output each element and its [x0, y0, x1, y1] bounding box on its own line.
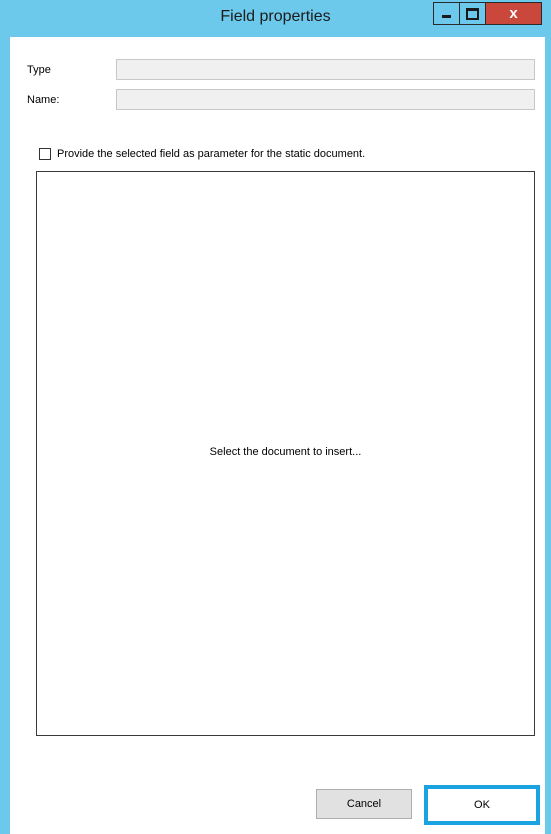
maximize-button[interactable] — [459, 2, 486, 25]
minimize-icon — [442, 15, 451, 18]
name-label: Name: — [27, 94, 60, 106]
title-bar[interactable]: Field properties x — [0, 0, 551, 37]
minimize-button[interactable] — [433, 2, 460, 25]
name-field[interactable] — [116, 89, 535, 110]
parameter-checkbox-row[interactable]: Provide the selected field as parameter … — [39, 148, 365, 160]
document-preview-area[interactable]: Select the document to insert... — [36, 171, 535, 736]
document-placeholder-text: Select the document to insert... — [209, 446, 362, 458]
close-button[interactable]: x — [485, 2, 542, 25]
parameter-checkbox-label: Provide the selected field as parameter … — [57, 148, 366, 160]
parameter-checkbox[interactable] — [39, 148, 51, 160]
type-label: Type — [27, 64, 51, 76]
close-icon: x — [509, 5, 518, 22]
maximize-icon — [466, 7, 479, 20]
type-field[interactable] — [116, 59, 535, 80]
ok-button[interactable]: OK — [424, 785, 540, 825]
cancel-button[interactable]: Cancel — [316, 789, 412, 819]
field-properties-window: Field properties x Type Name: Provide th… — [0, 0, 551, 834]
dialog-content: Type Name: Provide the selected field as… — [10, 37, 545, 834]
